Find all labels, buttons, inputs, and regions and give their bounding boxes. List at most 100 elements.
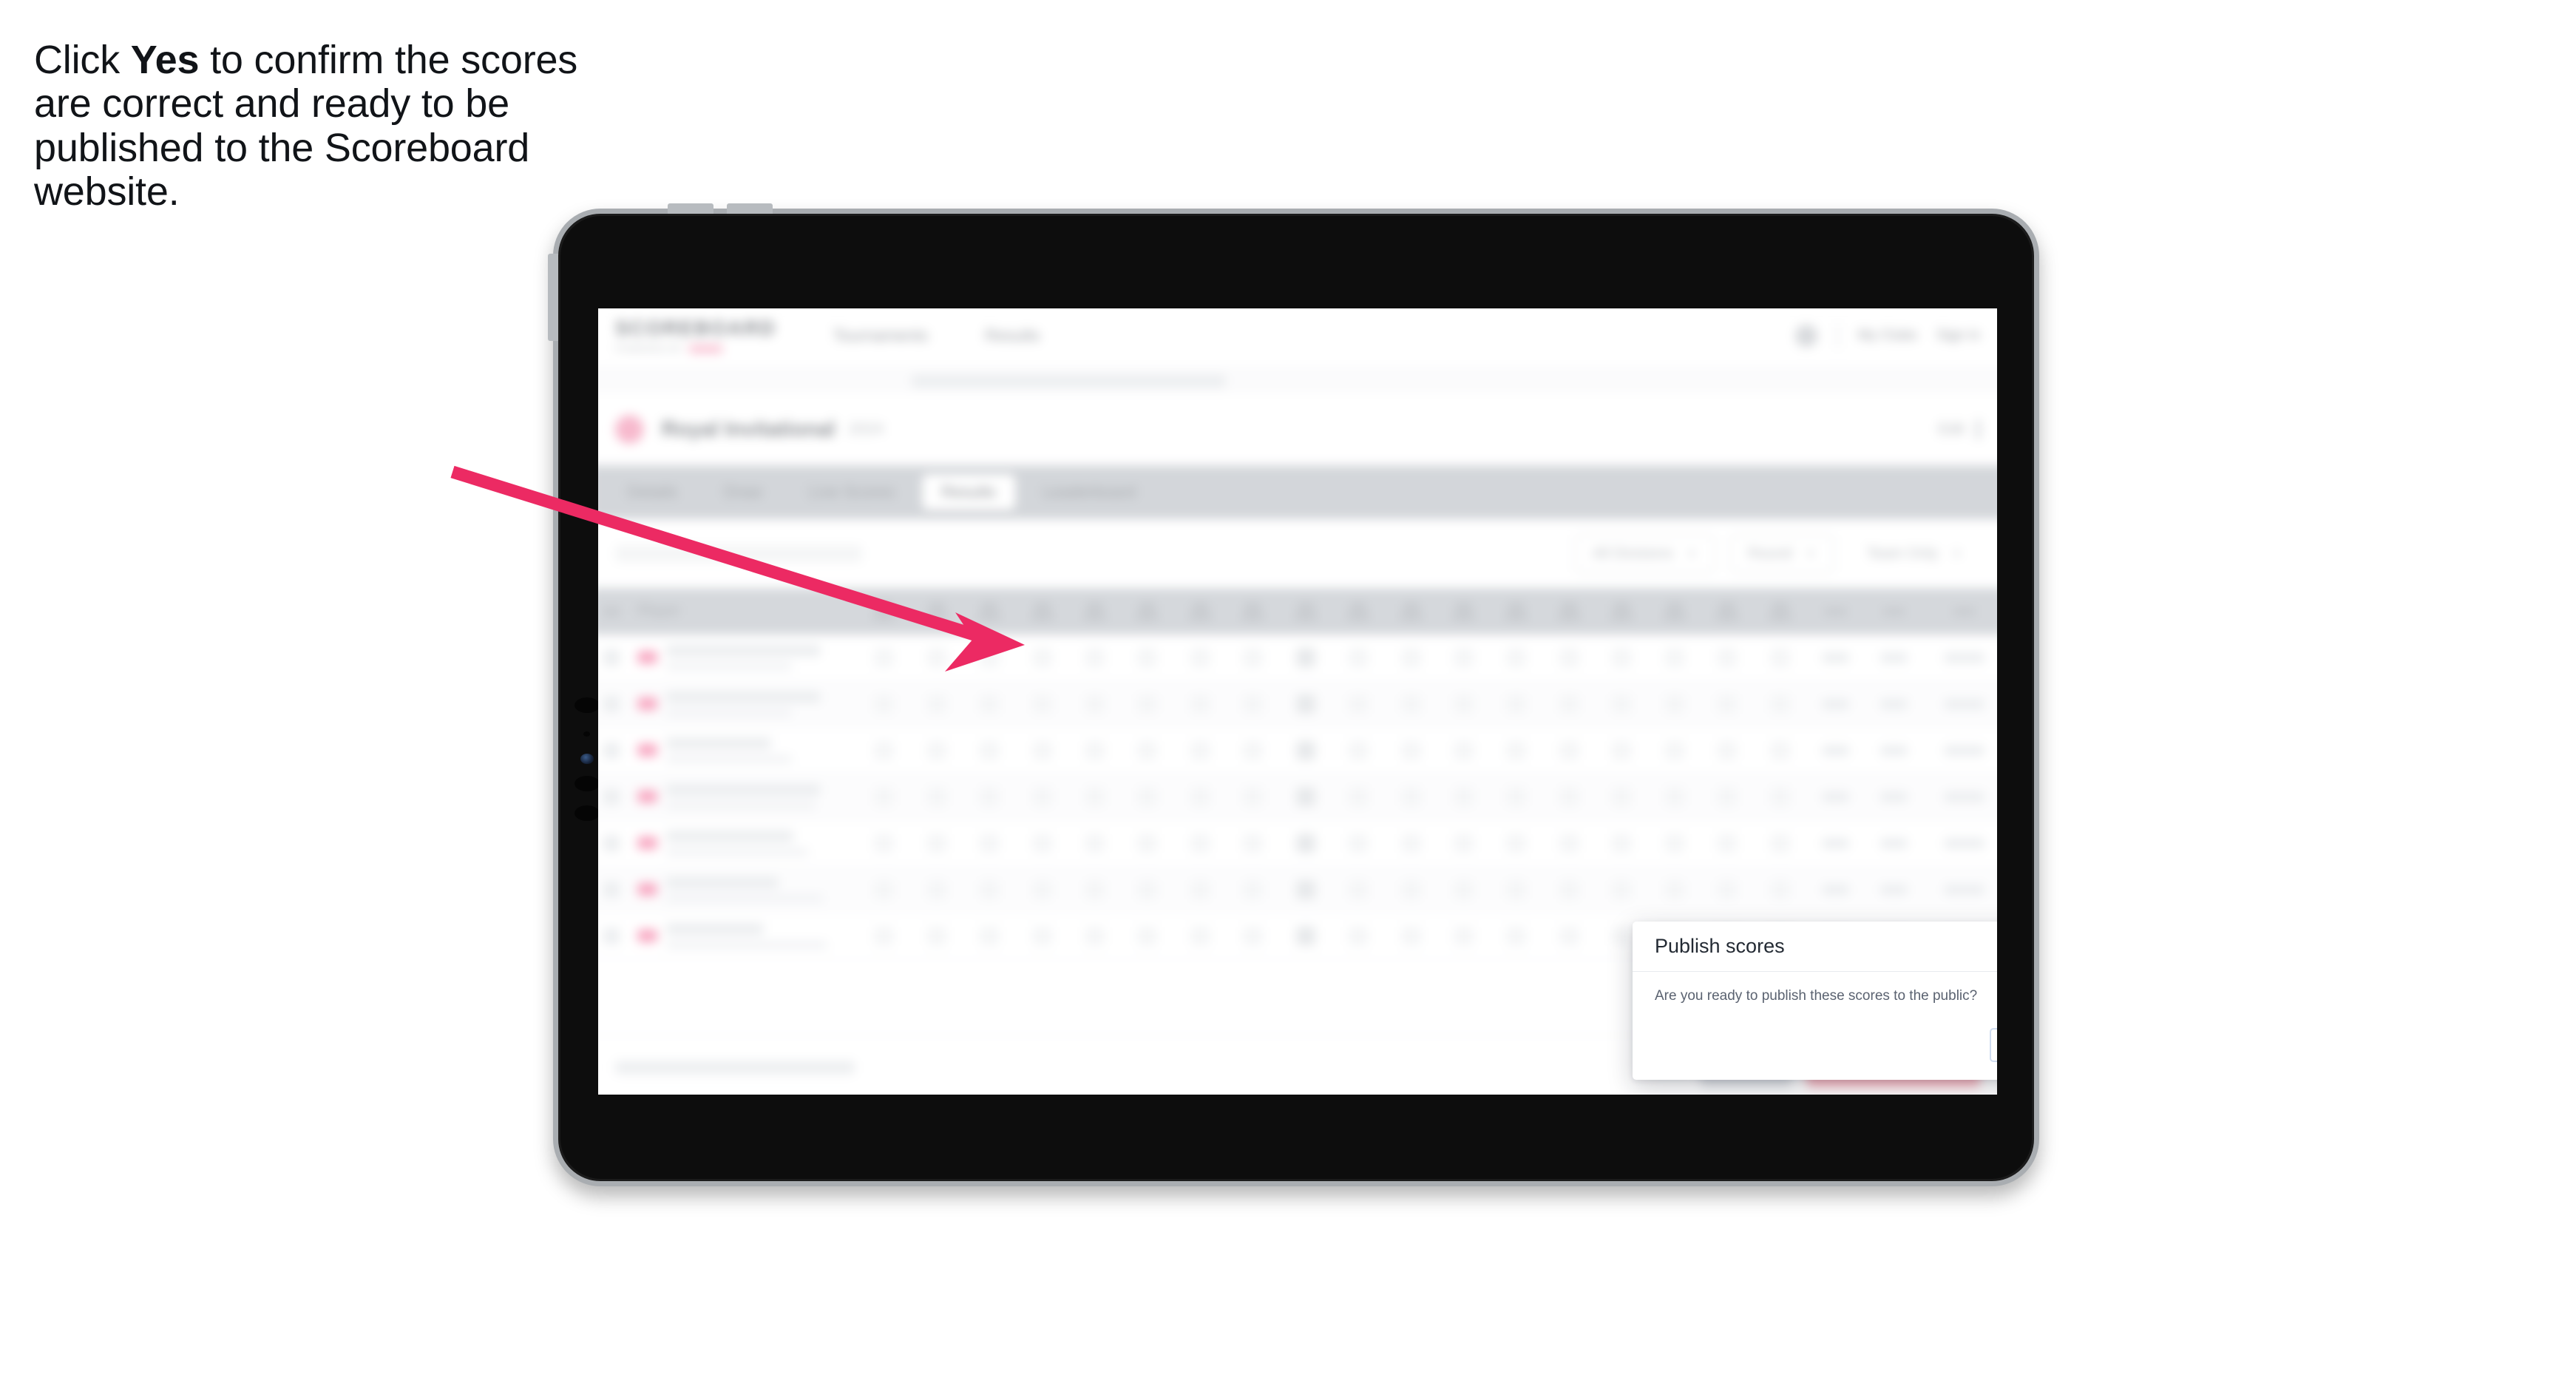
app-brand-logo[interactable]: SCOREBOARD POWERED BY [615,317,776,354]
row-player [633,774,858,819]
table-header-hole-10 [1332,588,1384,635]
table-header-total [1806,588,1865,635]
topnav-item-tournaments[interactable]: Tournaments [833,325,929,345]
filter-round[interactable]: Round ▼ [1729,534,1834,573]
row-player [633,820,858,866]
table-header-hole-5 [1068,588,1121,635]
ambient-light-sensor-icon [574,805,600,821]
breadcrumb [911,374,1226,388]
app-filter-row: All Divisions ▼ Round ▼ Team Only ▼ [598,519,1997,589]
tab-leaderboard[interactable]: Leaderboard [1023,474,1156,510]
microphone-icon [574,776,600,791]
table-header-player[interactable]: Player [633,588,858,635]
flag-icon [637,882,657,896]
brand-subtitle: POWERED BY [615,343,684,354]
table-row[interactable] [598,774,1997,820]
volume-down-button[interactable] [727,203,773,214]
speaker-grille-icon [574,697,600,713]
title-action-divider [1976,419,1980,439]
tab-draw[interactable]: Draw [705,474,782,510]
row-checkbox[interactable] [598,867,633,913]
table-header-hole-6 [1121,588,1173,635]
table-header-hole-1 [858,588,910,635]
row-checkbox[interactable] [598,774,633,819]
checkbox-icon [603,649,620,666]
page-title-actions: Edit [1939,419,1980,439]
checkbox-icon [603,695,620,712]
topnav-item-sign-in[interactable]: Sign in [1936,328,1980,344]
table-header-hole-7 [1174,588,1227,635]
edit-link[interactable]: Edit [1939,421,1965,438]
app-top-navigation: SCOREBOARD POWERED BY Tournaments Result… [598,308,1997,368]
table-header-hole-11 [1385,588,1437,635]
dialog-title: Publish scores [1655,935,1785,957]
filter-controls-group: All Divisions ▼ Round ▼ Team Only ▼ [1574,534,1980,573]
table-header-row: Player [598,588,1997,635]
table-header-hole-4 [1016,588,1068,635]
publish-scores-dialog: Publish scores ✕ Are you ready to publis… [1633,922,1997,1080]
row-checkbox[interactable] [598,635,633,680]
row-player [633,681,858,727]
table-header-points [1865,588,1923,635]
table-row[interactable] [598,866,1997,913]
tab-live-scores[interactable]: Live Scores [789,474,914,510]
row-player [633,727,858,773]
flag-icon [637,836,657,850]
app-tab-bar: Details Draw Live Scores Results Leaderb… [598,465,1997,520]
table-header-hole-17 [1701,588,1753,635]
table-header-hole-13 [1490,588,1542,635]
tab-details[interactable]: Details [608,474,697,510]
row-checkbox[interactable] [598,727,633,773]
chevron-down-icon: ▼ [1805,547,1816,560]
topnav-item-results[interactable]: Results [985,325,1040,345]
chevron-down-icon: ▼ [1951,547,1962,560]
table-row[interactable] [598,727,1997,774]
topnav-right-group: My Clubs Sign in [1794,322,1980,348]
dialog-header: Publish scores ✕ [1633,922,1997,972]
filter-row-label [615,545,863,562]
instruction-caption: Click Yes to confirm the scores are corr… [34,38,596,214]
row-player [633,867,858,913]
table-header-hole-8 [1227,588,1279,635]
front-camera-icon [580,754,594,764]
table-row[interactable] [598,635,1997,681]
checkbox-icon [603,606,620,616]
table-header-status [1923,588,1997,635]
checkbox-icon [603,834,620,851]
app-page-title-row: Royal Invitational 2024 Edit [598,393,1997,466]
brand-wordmark: SCOREBOARD [615,317,776,340]
table-header-hole-15 [1596,588,1648,635]
caption-emphasis-yes: Yes [130,38,200,82]
sensor-dot-icon [583,731,590,737]
topnav-divider [1837,322,1839,348]
topnav-item-my-clubs[interactable]: My Clubs [1858,328,1917,344]
screenshot-canvas: Click Yes to confirm the scores are corr… [0,0,2576,1386]
table-header-hole-18 [1754,588,1806,635]
checkbox-icon [603,881,620,898]
row-checkbox[interactable] [598,681,633,727]
caption-part-1: Click [34,38,131,82]
cancel-button[interactable]: Cancel [1990,1028,1997,1062]
table-row[interactable] [598,820,1997,867]
row-checkbox[interactable] [598,820,633,866]
table-header-hole-12 [1437,588,1490,635]
filter-team-only-label: Team Only [1866,544,1939,562]
app-breadcrumb-strip [598,368,1997,394]
volume-up-button[interactable] [668,203,714,214]
filter-all-divisions-label: All Divisions [1592,544,1673,562]
footer-status-note [615,1061,855,1074]
tournament-badge-icon [615,415,644,444]
tablet-device-frame: SCOREBOARD POWERED BY Tournaments Result… [548,203,2039,1186]
page-title-year: 2024 [848,420,884,438]
table-header-select-all[interactable] [598,588,633,635]
table-header-hole-14 [1543,588,1596,635]
tab-results[interactable]: Results [921,474,1016,510]
row-checkbox[interactable] [598,913,633,959]
avatar[interactable] [1794,324,1818,347]
filter-team-only[interactable]: Team Only ▼ [1848,534,1980,573]
table-header-hole-9 [1279,588,1332,635]
table-row[interactable] [598,680,1997,728]
power-button[interactable] [548,254,558,341]
table-header-hole-2 [910,588,963,635]
filter-all-divisions[interactable]: All Divisions ▼ [1574,534,1715,573]
